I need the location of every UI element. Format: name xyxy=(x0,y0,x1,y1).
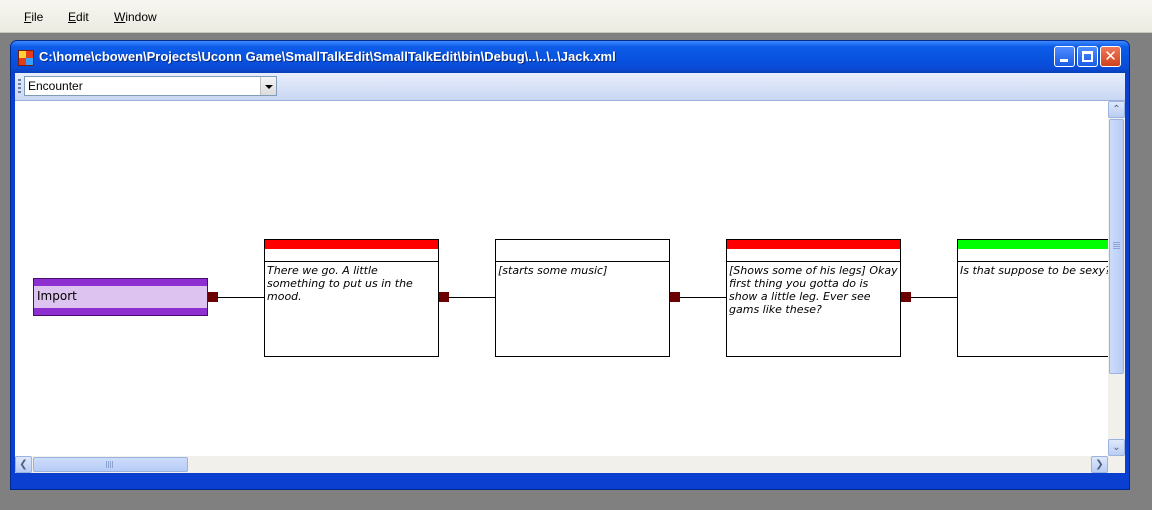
node-text: There we go. A little something to put u… xyxy=(267,264,413,303)
close-icon: ✕ xyxy=(1104,47,1117,65)
vertical-scrollbar[interactable]: ⌃ ⌄ xyxy=(1108,101,1125,456)
node-text: Is that suppose to be sexy? xyxy=(960,264,1108,277)
minimize-icon xyxy=(1060,59,1068,62)
node-text: [starts some music] xyxy=(498,264,608,277)
dialog-select-value: Encounter xyxy=(28,79,83,93)
import-node-bottom-band xyxy=(34,308,207,315)
connector-line xyxy=(449,297,495,298)
toolstrip-grip-icon[interactable] xyxy=(18,79,21,94)
close-button[interactable]: ✕ xyxy=(1100,46,1121,67)
scroll-down-icon[interactable]: ⌄ xyxy=(1108,439,1125,456)
scroll-right-icon[interactable]: ❯ xyxy=(1091,456,1108,473)
dialog-node[interactable]: [starts some music] xyxy=(495,239,670,357)
document-window: C:\home\cbowen\Projects\Uconn Game\Small… xyxy=(10,40,1130,490)
horizontal-scrollbar[interactable]: ❮ ❯ xyxy=(15,456,1108,473)
connector-line xyxy=(680,297,726,298)
dialog-select[interactable]: Encounter xyxy=(24,76,277,96)
window-title-bar[interactable]: C:\home\cbowen\Projects\Uconn Game\Small… xyxy=(11,41,1129,73)
node-header-bar xyxy=(958,240,1108,249)
menu-window[interactable]: Window xyxy=(114,10,157,24)
output-port[interactable] xyxy=(439,292,449,302)
node-text: [Shows some of his legs] Okay first thin… xyxy=(729,264,898,316)
graph-canvas[interactable]: Import There we go. A little something t… xyxy=(15,101,1108,456)
node-header-bar xyxy=(727,240,900,249)
scroll-up-icon[interactable]: ⌃ xyxy=(1108,101,1125,118)
dialog-node[interactable]: There we go. A little something to put u… xyxy=(264,239,439,357)
connector-line xyxy=(911,297,957,298)
output-port[interactable] xyxy=(901,292,911,302)
menu-window-mnemonic: W xyxy=(114,10,126,24)
node-header-divider xyxy=(496,261,669,262)
menu-edit[interactable]: Edit xyxy=(68,10,89,24)
menu-file[interactable]: File xyxy=(24,10,43,24)
dialog-node[interactable]: Is that suppose to be sexy? xyxy=(957,239,1108,357)
dropdown-arrow-icon[interactable] xyxy=(260,77,276,95)
window-title: C:\home\cbowen\Projects\Uconn Game\Small… xyxy=(39,49,616,64)
import-node[interactable]: Import xyxy=(33,278,208,316)
connector-line xyxy=(218,297,264,298)
node-header-divider xyxy=(727,261,900,262)
size-grip-icon[interactable] xyxy=(1108,456,1125,473)
menu-window-label: indow xyxy=(125,10,157,24)
output-port[interactable] xyxy=(670,292,680,302)
menu-bar: File Edit Window xyxy=(0,0,1152,33)
toolstrip: Encounter xyxy=(15,73,1125,101)
node-header-divider xyxy=(958,261,1108,262)
maximize-button[interactable] xyxy=(1077,46,1098,67)
vertical-scroll-thumb[interactable] xyxy=(1109,119,1124,374)
import-node-top-band xyxy=(34,279,207,286)
horizontal-scroll-thumb[interactable] xyxy=(33,457,188,472)
node-header-bar xyxy=(265,240,438,249)
grip-icon xyxy=(1113,242,1120,249)
app-icon[interactable] xyxy=(18,50,34,66)
output-port[interactable] xyxy=(208,292,218,302)
scroll-left-icon[interactable]: ❮ xyxy=(15,456,32,473)
node-header-bar xyxy=(496,240,669,249)
menu-edit-label: dit xyxy=(76,10,89,24)
node-header-divider xyxy=(265,261,438,262)
minimize-button[interactable] xyxy=(1054,46,1075,67)
menu-file-label: ile xyxy=(31,10,44,24)
grip-icon xyxy=(106,461,113,468)
maximize-icon xyxy=(1082,51,1093,62)
import-node-label: Import xyxy=(37,289,77,303)
menu-edit-mnemonic: E xyxy=(68,10,77,24)
dialog-node[interactable]: [Shows some of his legs] Okay first thin… xyxy=(726,239,901,357)
